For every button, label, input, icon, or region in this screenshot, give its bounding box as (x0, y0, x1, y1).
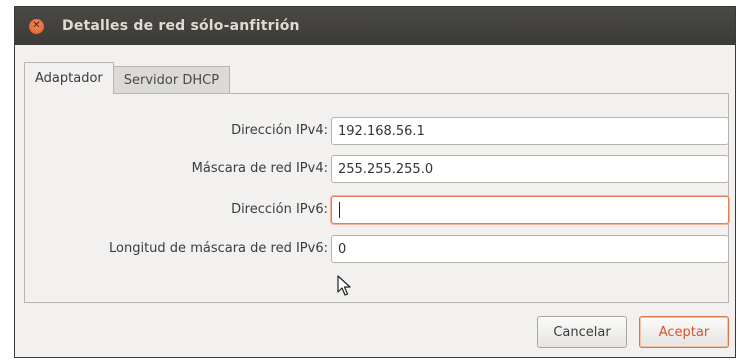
ipv4-mask-label: Máscara de red IPv4: (191, 161, 328, 176)
tab-bar: Adaptador Servidor DHCP (24, 62, 231, 94)
ipv4-address-label: Dirección IPv4: (231, 123, 328, 138)
close-icon[interactable]: ✕ (29, 18, 44, 34)
adapter-panel: Dirección IPv4: Máscara de red IPv4: Dir… (24, 93, 729, 303)
ipv6-prefix-input[interactable] (331, 235, 729, 263)
ipv6-address-input[interactable] (331, 196, 729, 224)
ipv4-mask-input[interactable] (331, 155, 729, 183)
ipv4-address-row: Dirección IPv4: (25, 117, 730, 145)
tab-servidor-dhcp[interactable]: Servidor DHCP (113, 66, 231, 94)
accept-button[interactable]: Aceptar (639, 316, 729, 348)
tab-adaptador[interactable]: Adaptador (24, 62, 114, 94)
cancel-button[interactable]: Cancelar (537, 316, 627, 348)
window-title: Detalles de red sólo-anfitrión (62, 18, 300, 34)
ipv4-mask-row: Máscara de red IPv4: (25, 155, 730, 183)
ipv6-prefix-row: Longitud de máscara de red IPv6: (25, 235, 730, 263)
dialog-buttons: Cancelar Aceptar (537, 316, 729, 348)
ipv6-address-label: Dirección IPv6: (231, 202, 328, 217)
ipv4-address-input[interactable] (331, 117, 729, 145)
ipv6-address-row: Dirección IPv6: (25, 196, 730, 224)
title-bar[interactable]: ✕ Detalles de red sólo-anfitrión (15, 7, 735, 45)
dialog-window: ✕ Detalles de red sólo-anfitrión Adaptad… (14, 6, 736, 358)
ipv6-prefix-label: Longitud de máscara de red IPv6: (109, 241, 328, 256)
text-caret (339, 202, 340, 218)
mouse-pointer-icon (337, 275, 351, 296)
